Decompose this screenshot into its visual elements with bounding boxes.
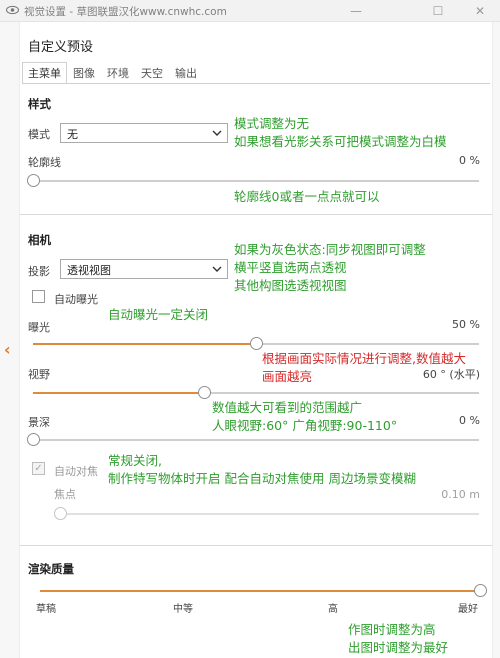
section-divider xyxy=(20,214,492,215)
fov-slider-knob[interactable] xyxy=(198,386,212,399)
focus-slider-track[interactable] xyxy=(60,513,479,515)
section-divider xyxy=(20,545,492,546)
exposure-value: 50 % xyxy=(452,318,480,331)
exposure-slider-fill xyxy=(33,343,256,345)
chevron-down-icon xyxy=(212,130,222,136)
tab-output[interactable]: 输出 xyxy=(169,62,203,84)
auto-exposure-label: 自动曝光 xyxy=(54,293,98,306)
annotation-line: 模式调整为无 xyxy=(234,116,310,131)
outline-label: 轮廓线 xyxy=(28,156,61,169)
annotation-line: 根据画面实际情况进行调整,数值越大 xyxy=(262,351,466,366)
maximize-button[interactable]: ☐ xyxy=(418,0,458,22)
tab-environment[interactable]: 环境 xyxy=(101,62,135,84)
mode-label: 模式 xyxy=(28,128,50,141)
quality-level-best: 最好 xyxy=(458,604,478,615)
outline-slider-track[interactable] xyxy=(33,180,479,182)
annotation-auto-exposure: 自动曝光一定关闭 xyxy=(108,307,209,322)
dof-label: 景深 xyxy=(28,416,50,429)
annotation-projection: 如果为灰色状态:同步视图即可调整 横平竖直选两点透视 其他构图选透视视图 xyxy=(234,241,426,295)
fov-label: 视野 xyxy=(28,368,50,381)
annotation-line: 如果为灰色状态:同步视图即可调整 xyxy=(234,242,426,257)
annotation-line: 数值越大可看到的范围越广 xyxy=(212,400,363,415)
annotation-line: 人眼视野:60° 广角视野:90-110° xyxy=(212,418,398,433)
right-scroll-strip[interactable] xyxy=(492,22,500,658)
projection-select-value: 透视视图 xyxy=(67,264,111,277)
autofocus-label: 自动对焦 xyxy=(54,465,98,478)
tab-underline xyxy=(22,83,490,84)
outline-slider-knob[interactable] xyxy=(26,174,40,187)
tab-sky[interactable]: 天空 xyxy=(135,62,169,84)
quality-level-draft: 草稿 xyxy=(36,604,56,615)
fov-slider-fill xyxy=(33,392,205,394)
quality-level-high: 高 xyxy=(328,604,338,615)
eye-icon xyxy=(6,5,19,15)
exposure-label: 曝光 xyxy=(28,321,50,334)
window-title-bar: 视觉设置 - 草图联盟汉化www.cnwhc.com — ☐ ✕ xyxy=(0,0,500,22)
projection-label: 投影 xyxy=(28,265,50,278)
left-collapse-strip[interactable]: ‹ xyxy=(0,22,20,658)
collapse-arrow-icon[interactable]: ‹ xyxy=(4,340,11,359)
mode-select-value: 无 xyxy=(67,128,78,141)
annotation-line: 出图时调整为最好 xyxy=(348,640,449,655)
quality-slider-fill xyxy=(40,590,480,592)
annotation-exposure: 根据画面实际情况进行调整,数值越大 画面越亮 xyxy=(262,350,466,386)
annotation-line: 如果想看光影关系可把模式调整为白模 xyxy=(234,134,447,149)
minimize-button[interactable]: — xyxy=(336,0,376,22)
chevron-down-icon xyxy=(212,266,222,272)
outline-value: 0 % xyxy=(459,154,480,167)
dof-slider-knob[interactable] xyxy=(26,433,40,446)
mode-select[interactable]: 无 xyxy=(60,123,228,143)
projection-select[interactable]: 透视视图 xyxy=(60,259,228,279)
annotation-line: 作图时调整为高 xyxy=(348,622,436,637)
focus-label: 焦点 xyxy=(54,488,76,501)
annotation-fov: 数值越大可看到的范围越广 人眼视野:60° 广角视野:90-110° xyxy=(212,399,397,435)
annotation-quality: 作图时调整为高 出图时调整为最好 xyxy=(348,621,448,657)
quality-slider-knob[interactable] xyxy=(473,584,487,597)
annotation-line: 横平竖直选两点透视 xyxy=(234,260,347,275)
dof-slider-track[interactable] xyxy=(33,439,479,441)
annotation-dof: 常规关闭, 制作特写物体时开启 配合自动对焦使用 周边场景变模糊 xyxy=(108,452,416,488)
close-button[interactable]: ✕ xyxy=(460,0,500,22)
window-title: 视觉设置 - 草图联盟汉化www.cnwhc.com xyxy=(24,6,227,18)
style-heading: 样式 xyxy=(28,97,51,111)
autofocus-checkbox[interactable]: ✓ xyxy=(32,462,45,475)
auto-exposure-checkbox[interactable] xyxy=(32,290,45,303)
quality-level-medium: 中等 xyxy=(173,604,193,615)
annotation-mode: 模式调整为无 如果想看光影关系可把模式调整为白模 xyxy=(234,115,447,151)
render-quality-heading: 渲染质量 xyxy=(28,562,74,576)
annotation-outline: 轮廓线0或者一点点就可以 xyxy=(234,189,380,204)
annotation-line: 制作特写物体时开启 配合自动对焦使用 周边场景变模糊 xyxy=(108,471,416,486)
annotation-line: 其他构图选透视视图 xyxy=(234,278,347,293)
exposure-slider-knob[interactable] xyxy=(249,337,263,350)
panel-title: 自定义预设 xyxy=(28,40,94,55)
focus-value: 0.10 m xyxy=(441,488,480,501)
tab-main-menu[interactable]: 主菜单 xyxy=(22,62,67,84)
annotation-line: 画面越亮 xyxy=(262,369,313,384)
annotation-line: 常规关闭, xyxy=(108,453,162,468)
camera-heading: 相机 xyxy=(28,233,51,247)
tab-image[interactable]: 图像 xyxy=(67,62,101,84)
focus-slider-knob[interactable] xyxy=(53,507,67,520)
tab-bar: 主菜单 图像 环境 天空 输出 xyxy=(22,62,203,84)
